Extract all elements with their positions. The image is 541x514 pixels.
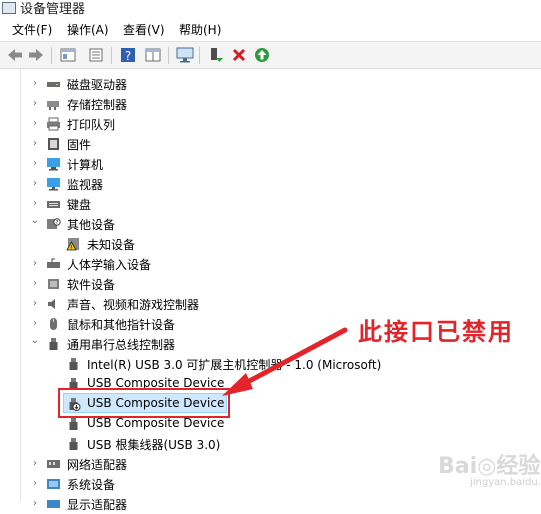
watermark: Bai◎经验 — [438, 454, 541, 479]
annotation-arrow — [222, 327, 348, 396]
annotation-callout: 此接口已禁用 — [358, 318, 514, 346]
watermark-url: jingyan.baidu.com — [470, 477, 541, 488]
